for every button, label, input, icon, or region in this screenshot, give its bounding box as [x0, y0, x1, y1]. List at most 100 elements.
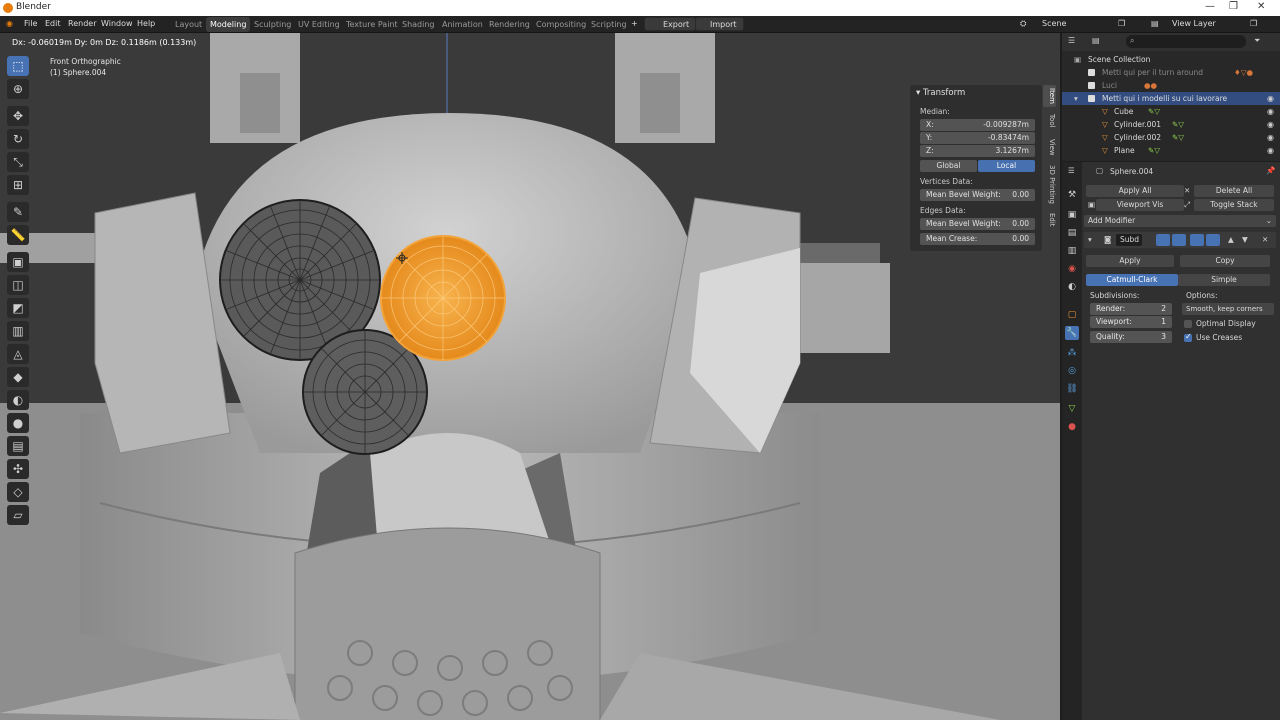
outliner-search-input[interactable]: ⌕ — [1126, 35, 1246, 48]
export-button[interactable]: Export — [644, 17, 697, 31]
tab-edit[interactable]: Edit — [1043, 209, 1056, 231]
delete-all-button[interactable]: Delete All — [1194, 185, 1274, 197]
modifier-name-field[interactable]: Subd — [1116, 234, 1142, 246]
expand-arrow-icon[interactable]: ▾ — [1074, 94, 1078, 103]
measure-tool-icon[interactable]: 📏 — [7, 225, 29, 245]
scene-name[interactable]: Scene — [1042, 19, 1066, 28]
mean-crease-field[interactable]: Mean Crease: 0.00 — [920, 233, 1035, 245]
filter-icon[interactable]: ⏷ — [1254, 36, 1260, 46]
vertex-bevel-weight-field[interactable]: Mean Bevel Weight: 0.00 — [920, 189, 1035, 201]
display-mode-icon[interactable]: ▤ — [1092, 36, 1100, 45]
menu-render[interactable]: Render — [68, 19, 96, 28]
bevel-tool-icon[interactable]: ◩ — [7, 298, 29, 318]
sphere-selected-orange[interactable] — [380, 235, 506, 361]
apply-all-button[interactable]: Apply All — [1086, 185, 1184, 197]
tab-scripting[interactable]: Scripting — [587, 17, 631, 32]
annotate-tool-icon[interactable]: ✎ — [7, 202, 29, 222]
edit-mode-toggle-icon[interactable] — [1156, 234, 1170, 246]
tab-3d-printing[interactable]: 3D Printing — [1043, 161, 1056, 207]
menu-edit[interactable]: Edit — [45, 19, 61, 28]
outliner-row[interactable]: ▽ Cube ✎▽ ◉ — [1062, 105, 1280, 118]
tab-animation[interactable]: Animation — [438, 17, 487, 32]
pin-icon[interactable]: 📌 — [1266, 166, 1275, 175]
viewport-display-toggle-icon[interactable] — [1172, 234, 1186, 246]
import-button[interactable]: Import — [695, 17, 744, 31]
modifier-tab-icon[interactable]: 🔧 — [1065, 326, 1079, 340]
eye-icon[interactable]: ◉ — [1267, 133, 1274, 142]
tab-tool[interactable]: Tool — [1043, 109, 1056, 133]
render-tab-icon[interactable]: ▣ — [1065, 208, 1079, 222]
exclude-checkbox[interactable] — [1088, 69, 1095, 76]
quality-field[interactable]: Quality: 3 — [1090, 331, 1172, 343]
use-creases-checkbox[interactable]: ✓ — [1184, 332, 1192, 342]
view-layer-icon[interactable]: ▤ — [1151, 19, 1159, 28]
eye-icon[interactable]: ◉ — [1267, 107, 1274, 116]
knife-tool-icon[interactable]: ◬ — [7, 344, 29, 364]
inset-tool-icon[interactable]: ◫ — [7, 275, 29, 295]
viewport-scene[interactable] — [0, 33, 1060, 720]
outliner-row[interactable]: Metti qui per il turn around ♦▽● — [1062, 66, 1280, 79]
median-x-field[interactable]: X: -0.009287m — [920, 119, 1035, 131]
collapse-arrow-icon[interactable]: ▾ — [1088, 235, 1092, 244]
uv-smooth-dropdown[interactable]: Smooth, keep corners — [1182, 303, 1274, 315]
move-down-icon[interactable]: ▼ — [1242, 235, 1248, 244]
render-levels-field[interactable]: Render: 2 — [1090, 303, 1172, 315]
transform-panel-title[interactable]: ▾ Transform — [916, 88, 965, 98]
add-workspace-icon[interactable]: + — [631, 19, 638, 28]
scale-tool-icon[interactable]: ⤡ — [7, 152, 29, 172]
object-tab-icon[interactable]: ▢ — [1065, 308, 1079, 322]
tool-tab-icon[interactable]: ⚒ — [1065, 188, 1079, 202]
catmull-clark-toggle[interactable]: Catmull-Clark — [1086, 274, 1178, 286]
tab-sculpting[interactable]: Sculpting — [250, 17, 295, 32]
menu-window[interactable]: Window — [101, 19, 133, 28]
tab-item[interactable]: Item — [1043, 85, 1056, 107]
rip-region-tool-icon[interactable]: ▱ — [7, 505, 29, 525]
select-box-tool-icon[interactable]: ⬚ — [7, 56, 29, 76]
toggle-stack-button[interactable]: Toggle Stack — [1194, 199, 1274, 211]
loop-cut-tool-icon[interactable]: ▥ — [7, 321, 29, 341]
maximize-icon[interactable]: ❐ — [1229, 1, 1238, 12]
scene-tab-icon[interactable]: ◉ — [1065, 262, 1079, 276]
outliner-row[interactable]: ▽ Cylinder.001 ✎▽ ◉ — [1062, 118, 1280, 131]
copy-button[interactable]: Copy — [1180, 255, 1270, 267]
minimize-icon[interactable]: — — [1205, 1, 1215, 12]
view-layer-name[interactable]: View Layer — [1172, 19, 1216, 28]
simple-toggle[interactable]: Simple — [1178, 274, 1270, 286]
data-tab-icon[interactable]: ▽ — [1065, 402, 1079, 416]
edge-slide-tool-icon[interactable]: ▤ — [7, 436, 29, 456]
physics-tab-icon[interactable]: ◎ — [1065, 364, 1079, 378]
outliner-scene-collection[interactable]: ▣ Scene Collection — [1062, 53, 1280, 66]
tab-layout[interactable]: Layout — [171, 17, 206, 32]
tab-shading[interactable]: Shading — [398, 17, 439, 32]
viewport-vis-button[interactable]: Viewport Vis — [1096, 199, 1184, 211]
world-tab-icon[interactable]: ◐ — [1065, 280, 1079, 294]
output-tab-icon[interactable]: ▤ — [1065, 226, 1079, 240]
material-tab-icon[interactable]: ● — [1065, 420, 1079, 434]
outliner-row[interactable]: ▽ Plane ✎▽ ◉ — [1062, 144, 1280, 157]
editor-type-icon[interactable]: ☰ — [1068, 36, 1075, 45]
cursor-tool-icon[interactable]: ⊕ — [7, 79, 29, 99]
tab-uv-editing[interactable]: UV Editing — [294, 17, 344, 32]
local-toggle[interactable]: Local — [978, 160, 1035, 172]
eye-icon[interactable]: ◉ — [1267, 120, 1274, 129]
optimal-display-checkbox[interactable] — [1184, 320, 1192, 328]
apply-button[interactable]: Apply — [1086, 255, 1174, 267]
menu-file[interactable]: File — [24, 19, 37, 28]
close-icon[interactable]: ✕ — [1257, 1, 1265, 12]
smooth-tool-icon[interactable]: ● — [7, 413, 29, 433]
editor-menu-icon[interactable]: ☰ — [1068, 166, 1075, 175]
transform-tool-icon[interactable]: ⊞ — [7, 175, 29, 195]
scene-icon[interactable]: ⛭ — [1020, 19, 1026, 29]
tab-texture-paint[interactable]: Texture Paint — [342, 17, 402, 32]
render-toggle-icon[interactable] — [1190, 234, 1204, 246]
blender-menu-icon[interactable]: ◉ — [6, 19, 13, 28]
median-y-field[interactable]: Y: -0.83474m — [920, 132, 1035, 144]
new-view-layer-icon[interactable]: ❐ — [1250, 19, 1257, 28]
move-up-icon[interactable]: ▲ — [1228, 235, 1234, 244]
outliner-row[interactable]: Luci ●● — [1062, 79, 1280, 92]
shear-tool-icon[interactable]: ◇ — [7, 482, 29, 502]
eye-icon[interactable]: ◉ — [1267, 146, 1274, 155]
add-modifier-dropdown[interactable]: Add Modifier ⌄ — [1084, 215, 1276, 227]
tab-view[interactable]: View — [1043, 135, 1056, 159]
outliner-row[interactable]: ▽ Cylinder.002 ✎▽ ◉ — [1062, 131, 1280, 144]
